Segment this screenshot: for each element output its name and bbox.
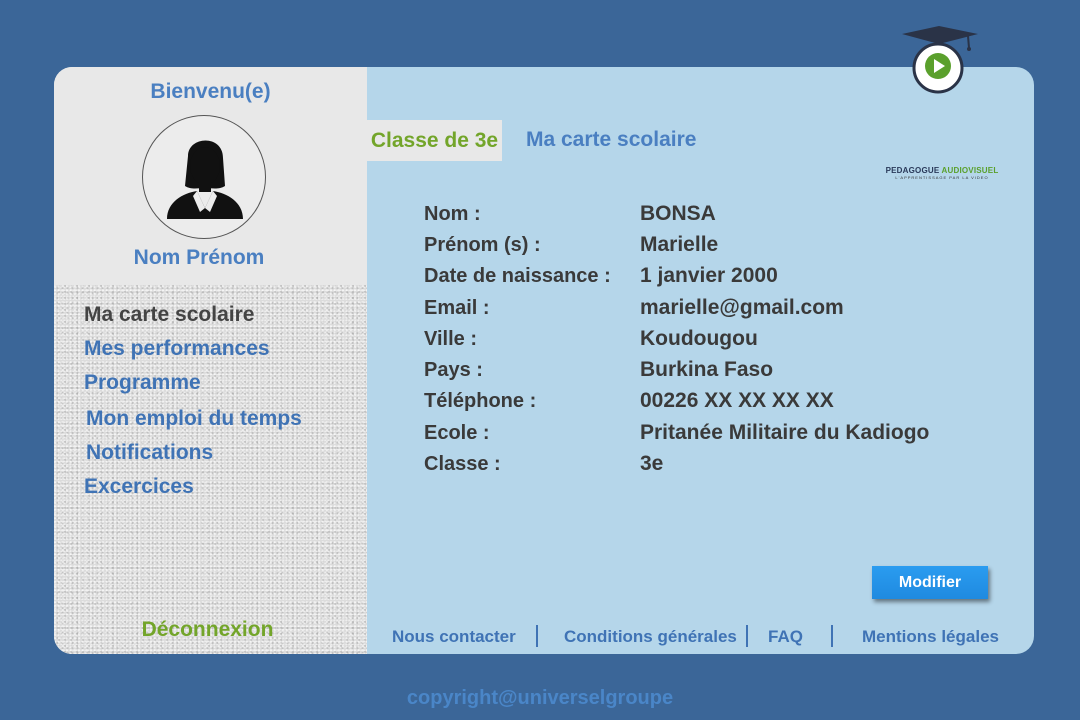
user-name: Nom Prénom <box>133 246 265 269</box>
sidebar-item-notifications[interactable]: Notifications <box>86 441 213 465</box>
copyright-text: copyright@universelgroupe <box>406 687 674 709</box>
field-value-pays: Burkina Faso <box>640 358 774 381</box>
sidebar-item-emploi-du-temps[interactable]: Mon emploi du temps <box>86 407 302 431</box>
footer-divider <box>536 625 538 647</box>
field-label-pays: Pays : <box>424 359 483 381</box>
main-card: Bienvenu(e) Nom Prénom Ma carte scolaire… <box>54 67 1034 654</box>
logout-link[interactable]: Déconnexion <box>54 618 361 642</box>
field-value-ville: Koudougou <box>640 327 758 350</box>
edit-button[interactable]: Modifier <box>872 566 988 599</box>
footer-divider <box>831 625 833 647</box>
field-label-prenom: Prénom (s) : <box>424 234 541 256</box>
field-label-date-naissance: Date de naissance : <box>424 265 611 287</box>
field-label-classe: Classe : <box>424 453 501 475</box>
field-label-ville: Ville : <box>424 328 477 350</box>
avatar[interactable] <box>142 115 266 239</box>
tab-classe[interactable]: Classe de 3e <box>367 120 502 161</box>
logo-name-part2: AUDIOVISUEL <box>941 166 999 175</box>
graduation-play-logo-icon[interactable] <box>894 24 984 98</box>
sidebar: Bienvenu(e) Nom Prénom Ma carte scolaire… <box>54 67 367 654</box>
footer-link-mentions[interactable]: Mentions légales <box>862 627 999 647</box>
field-label-telephone: Téléphone : <box>424 390 537 412</box>
sidebar-item-exercices[interactable]: Excercices <box>84 475 194 499</box>
logo-tagline: L'APPRENTISSAGE PAR LA VIDEO <box>895 175 989 180</box>
sidebar-item-carte-scolaire[interactable]: Ma carte scolaire <box>84 303 254 327</box>
field-value-telephone: 00226 XX XX XX XX <box>640 389 834 412</box>
field-value-ecole: Pritanée Militaire du Kadiogo <box>640 421 930 444</box>
field-value-date-naissance: 1 janvier 2000 <box>640 264 778 287</box>
footer-link-contact[interactable]: Nous contacter <box>392 627 516 647</box>
tab-carte-scolaire[interactable]: Ma carte scolaire <box>526 128 696 152</box>
field-label-nom: Nom : <box>424 203 481 225</box>
field-value-nom: BONSA <box>640 202 716 225</box>
field-value-classe: 3e <box>640 452 664 475</box>
field-label-ecole: Ecole : <box>424 422 490 444</box>
logo-wordmark: PEDAGOGUE AUDIOVISUEL <box>882 166 1002 175</box>
footer-divider <box>746 625 748 647</box>
footer-link-conditions[interactable]: Conditions générales <box>564 627 737 647</box>
field-value-email: marielle@gmail.com <box>640 296 844 319</box>
welcome-text: Bienvenu(e) <box>150 80 271 103</box>
field-label-email: Email : <box>424 297 490 319</box>
sidebar-item-programme[interactable]: Programme <box>84 371 201 395</box>
user-silhouette-icon <box>167 140 243 219</box>
field-value-prenom: Marielle <box>640 233 719 256</box>
logo-name-part1: PEDAGOGUE <box>885 166 940 175</box>
footer-link-faq[interactable]: FAQ <box>768 627 803 647</box>
sidebar-item-performances[interactable]: Mes performances <box>84 337 270 361</box>
